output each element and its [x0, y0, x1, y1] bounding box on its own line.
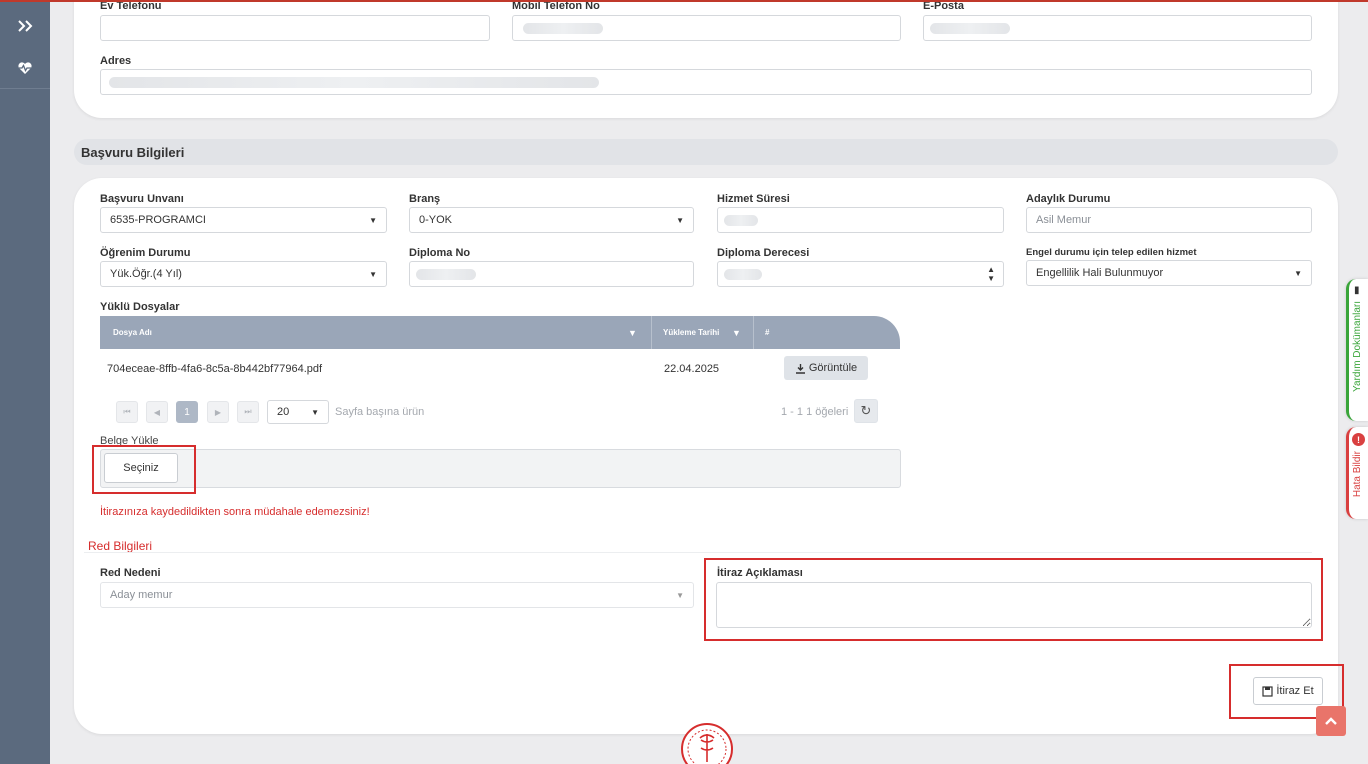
- redacted-value: [416, 269, 476, 280]
- chevron-down-icon: ▼: [311, 408, 319, 417]
- redacted-value: [724, 269, 762, 280]
- rejection-reason-value: Aday memur: [110, 589, 173, 601]
- email-input[interactable]: [923, 15, 1312, 41]
- diploma-no-input[interactable]: [409, 261, 694, 287]
- diploma-degree-stepper[interactable]: ▲ ▼: [717, 261, 1004, 287]
- section-title: Başvuru Bilgileri: [81, 145, 185, 160]
- application-title-label: Başvuru Unvanı: [100, 193, 184, 205]
- column-file-name[interactable]: Dosya Adı: [113, 316, 152, 349]
- help-documents-tab[interactable]: ▮ Yardım Dokümanları: [1346, 279, 1368, 421]
- branch-select[interactable]: 0-YOK ▼: [409, 207, 694, 233]
- disability-select[interactable]: Engellilik Hali Bulunmuyor ▼: [1026, 260, 1312, 286]
- upload-dropzone[interactable]: [100, 449, 901, 488]
- filter-icon[interactable]: ▼: [732, 316, 741, 349]
- expand-sidebar-button[interactable]: [0, 4, 50, 48]
- last-page-button[interactable]: ⏭: [237, 401, 259, 423]
- education-select[interactable]: Yük.Öğr.(4 Yıl) ▼: [100, 261, 387, 287]
- page-size-value: 20: [277, 406, 290, 418]
- download-icon: [795, 363, 805, 374]
- page-1-button[interactable]: 1: [176, 401, 198, 423]
- help-documents-label: Yardım Dokümanları: [1352, 301, 1363, 392]
- main-content: Ev Telefonu Mobil Telefon No E-Posta Adr…: [50, 0, 1368, 764]
- alert-icon: !: [1352, 433, 1365, 446]
- health-menu-button[interactable]: [0, 46, 50, 90]
- diploma-no-label: Diploma No: [409, 247, 471, 259]
- education-label: Öğrenim Durumu: [100, 247, 191, 259]
- rejection-reason-select[interactable]: Aday memur ▼: [100, 582, 694, 608]
- next-page-button[interactable]: ▶: [207, 401, 229, 423]
- sidebar-divider: [0, 88, 50, 89]
- disability-value: Engellilik Hali Bulunmuyor: [1036, 267, 1164, 279]
- book-icon: ▮: [1354, 285, 1360, 296]
- chevron-down-icon: ▼: [1294, 269, 1302, 278]
- uploaded-files-title: Yüklü Dosyalar: [100, 301, 180, 313]
- candidacy-placeholder: Asil Memur: [1036, 214, 1092, 226]
- chevron-up-icon: [1325, 717, 1337, 725]
- column-upload-date[interactable]: Yükleme Tarihi: [663, 316, 719, 349]
- range-text: 1 - 1 1 öğeleri: [781, 406, 849, 418]
- file-name-cell: 704eceae-8ffb-4fa6-8c5a-8b442bf77964.pdf: [107, 363, 323, 375]
- home-phone-input[interactable]: [100, 15, 490, 41]
- upload-date-cell: 22.04.2025: [664, 363, 720, 375]
- rejection-title: Red Bilgileri: [88, 539, 153, 553]
- service-duration-input[interactable]: [717, 207, 1004, 233]
- refresh-icon: ↻: [860, 403, 872, 418]
- candidacy-label: Adaylık Durumu: [1026, 193, 1111, 205]
- branch-label: Branş: [409, 193, 441, 205]
- heart-pulse-icon: [18, 62, 32, 74]
- chevron-down-icon: ▼: [369, 216, 377, 225]
- top-accent-line: [0, 0, 1368, 2]
- section-header-bar: [74, 139, 1338, 165]
- report-error-label: Hata Bildir: [1352, 451, 1363, 498]
- view-file-label: Görüntüle: [808, 362, 858, 374]
- view-file-button[interactable]: Görüntüle: [784, 356, 868, 380]
- chevron-down-icon: ▼: [676, 216, 684, 225]
- redacted-value: [930, 23, 1010, 34]
- diploma-degree-label: Diploma Derecesi: [717, 247, 810, 259]
- sidebar: [0, 0, 50, 764]
- chevron-down-icon: ▼: [369, 270, 377, 279]
- address-input[interactable]: [100, 69, 1312, 95]
- address-label: Adres: [100, 55, 132, 67]
- disability-label: Engel durumu için telep edilen hizmet: [1026, 247, 1197, 258]
- page-size-select[interactable]: 20 ▼: [267, 400, 329, 424]
- candidacy-input[interactable]: Asil Memur: [1026, 207, 1312, 233]
- report-error-tab[interactable]: ! Hata Bildir: [1346, 427, 1368, 519]
- education-value: Yük.Öğr.(4 Yıl): [110, 268, 182, 280]
- application-title-select[interactable]: 6535-PROGRAMCI ▼: [100, 207, 387, 233]
- redacted-value: [724, 215, 758, 226]
- warning-text: İtirazınıza kaydedildikten sonra müdahal…: [100, 506, 370, 518]
- branch-value: 0-YOK: [419, 214, 453, 226]
- application-title-value: 6535-PROGRAMCI: [110, 214, 206, 226]
- mobile-phone-input[interactable]: [512, 15, 901, 41]
- filter-icon[interactable]: ▼: [628, 316, 637, 349]
- page-size-label: Sayfa başına ürün: [335, 406, 425, 418]
- first-page-button[interactable]: ⏮: [116, 401, 138, 423]
- spinner-arrows-icon[interactable]: ▲ ▼: [987, 265, 995, 283]
- redacted-value: [109, 77, 599, 88]
- prev-page-button[interactable]: ◀: [146, 401, 168, 423]
- highlight-box: [704, 558, 1323, 641]
- scroll-top-button[interactable]: [1316, 706, 1346, 736]
- files-grid: Dosya Adı ▼ Yükleme Tarihi ▼ # 704eceae-…: [100, 316, 900, 389]
- refresh-button[interactable]: ↻: [854, 399, 878, 423]
- column-actions: #: [765, 328, 770, 337]
- chevron-down-icon: ▼: [676, 591, 684, 600]
- highlight-box: [92, 445, 196, 494]
- grid-header: Dosya Adı ▼ Yükleme Tarihi ▼ #: [100, 316, 900, 349]
- column-divider: [753, 316, 754, 349]
- column-divider: [651, 316, 652, 349]
- ministry-logo: [681, 723, 733, 764]
- rejection-reason-label: Red Nedeni: [100, 567, 161, 579]
- rejection-divider: [84, 552, 1312, 553]
- table-row: 704eceae-8ffb-4fa6-8c5a-8b442bf77964.pdf…: [100, 349, 900, 389]
- redacted-value: [523, 23, 603, 34]
- double-chevron-right-icon: [18, 20, 33, 32]
- service-duration-label: Hizmet Süresi: [717, 193, 790, 205]
